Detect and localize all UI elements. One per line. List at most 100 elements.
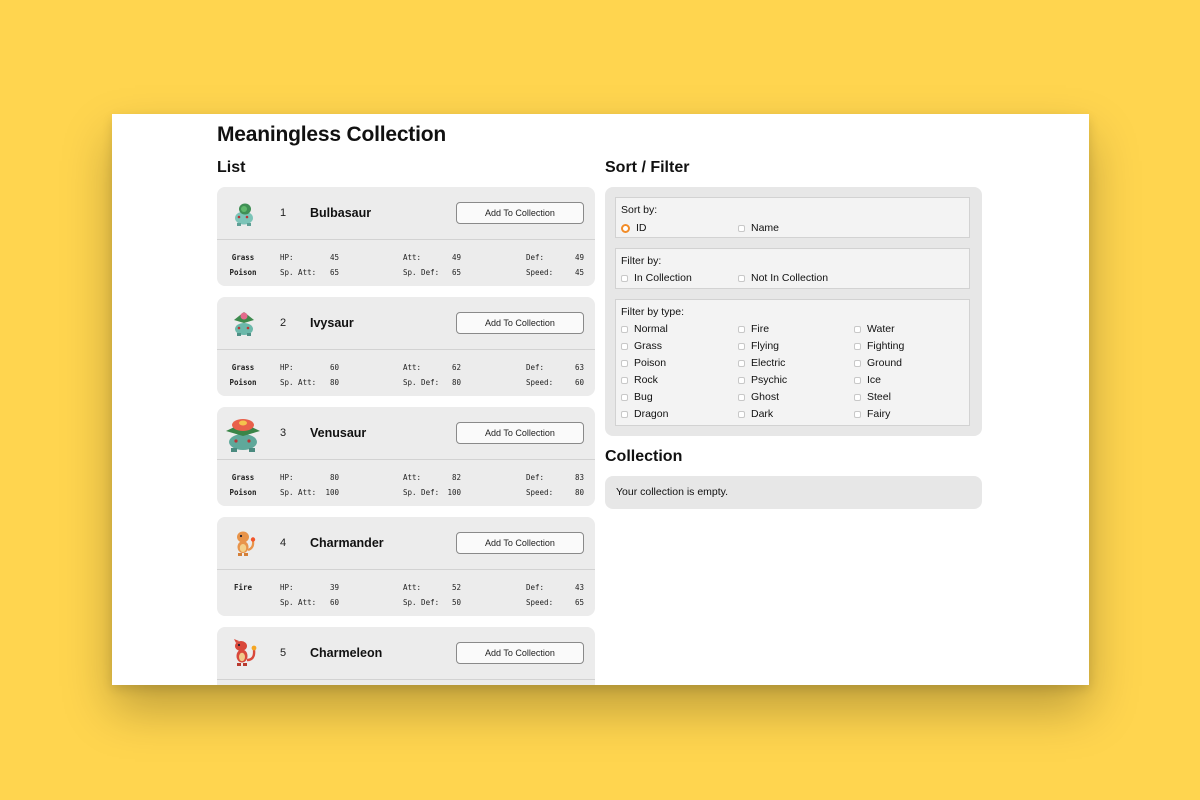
add-to-collection-button[interactable]: Add To Collection xyxy=(456,532,584,554)
speed-label: Speed: xyxy=(526,488,554,497)
checkbox-icon[interactable] xyxy=(621,376,628,384)
checkbox-icon[interactable] xyxy=(738,325,745,333)
def-value: 49 xyxy=(574,253,584,262)
type-option-normal[interactable]: Normal xyxy=(621,323,668,335)
speed-value: 60 xyxy=(574,378,584,387)
sp-def-value: 65 xyxy=(451,268,461,277)
checkbox-icon[interactable] xyxy=(738,376,745,384)
type-option-ice[interactable]: Ice xyxy=(854,374,881,386)
checkbox-icon[interactable] xyxy=(738,359,745,367)
pokemon-name: Venusaur xyxy=(310,426,367,440)
checkbox-icon[interactable] xyxy=(854,376,861,384)
checkbox-icon[interactable] xyxy=(854,410,861,418)
checkbox-icon[interactable] xyxy=(621,342,628,350)
filter-by-type-label: Filter by type: xyxy=(621,306,685,318)
sp-att-value: 60 xyxy=(329,598,339,607)
card-header: 4 Charmander Add To Collection xyxy=(217,517,595,570)
card-header: 3 Venusaur Add To Collection xyxy=(217,407,595,460)
type-option-dragon[interactable]: Dragon xyxy=(621,408,668,420)
def-label: Def: xyxy=(526,363,545,372)
checkbox-icon[interactable] xyxy=(738,410,745,418)
type-option-ghost[interactable]: Ghost xyxy=(738,391,779,403)
hp-value: 45 xyxy=(329,253,339,262)
checkbox-icon[interactable] xyxy=(738,342,745,350)
checkbox-icon[interactable] xyxy=(854,359,861,367)
hp-value: 39 xyxy=(329,583,339,592)
charmander-sprite-icon xyxy=(237,531,256,556)
type-option-steel[interactable]: Steel xyxy=(854,391,891,403)
checkbox-icon[interactable] xyxy=(621,325,628,333)
checkbox-icon[interactable] xyxy=(854,325,861,333)
pokemon-name: Ivysaur xyxy=(310,316,354,330)
pokemon-id: 3 xyxy=(280,427,287,439)
type-option-fire[interactable]: Fire xyxy=(738,323,769,335)
att-label: Att: xyxy=(403,583,422,592)
app-window: Meaningless Collection List Sort / Filte… xyxy=(112,114,1089,685)
type-option-electric[interactable]: Electric xyxy=(738,357,785,369)
type-option-dark[interactable]: Dark xyxy=(738,408,773,420)
sp-att-value: 65 xyxy=(329,268,339,277)
add-to-collection-button[interactable]: Add To Collection xyxy=(456,202,584,224)
def-value: 63 xyxy=(574,363,584,372)
type-label: Grass xyxy=(231,253,255,262)
type-option-fighting[interactable]: Fighting xyxy=(854,340,904,352)
checkbox-icon[interactable] xyxy=(854,393,861,401)
add-to-collection-button[interactable]: Add To Collection xyxy=(456,422,584,444)
checkbox-icon[interactable] xyxy=(621,410,628,418)
sort-option-name[interactable]: Name xyxy=(738,222,779,234)
card-header: 1 Bulbasaur Add To Collection xyxy=(217,187,595,240)
ivysaur-sprite-icon xyxy=(234,312,254,336)
card-stats: Grass Poison HP: 60 Att: 62 Def: 63 Sp. … xyxy=(217,350,595,396)
def-value: 43 xyxy=(574,583,584,592)
filter-by-type-group: Filter by type: Normal Fire Water Grass … xyxy=(615,299,970,426)
sp-att-label: Sp. Att: xyxy=(280,488,317,497)
sort-option-id[interactable]: ID xyxy=(621,222,647,234)
pokemon-name: Bulbasaur xyxy=(310,206,372,220)
card-header: 5 Charmeleon Add To Collection xyxy=(217,627,595,680)
att-value: 62 xyxy=(451,363,461,372)
type-option-ground[interactable]: Ground xyxy=(854,357,902,369)
checkbox-icon[interactable] xyxy=(621,359,628,367)
type-option-bug[interactable]: Bug xyxy=(621,391,653,403)
type-option-rock[interactable]: Rock xyxy=(621,374,658,386)
type-label: Grass xyxy=(231,473,255,482)
sp-att-label: Sp. Att: xyxy=(280,268,317,277)
sp-def-label: Sp. Def: xyxy=(403,268,440,277)
checkbox-icon[interactable] xyxy=(738,393,745,401)
type-option-grass[interactable]: Grass xyxy=(621,340,662,352)
filter-option-in-collection[interactable]: In Collection xyxy=(621,272,692,284)
pokemon-id: 5 xyxy=(280,647,287,659)
def-label: Def: xyxy=(526,253,545,262)
add-to-collection-button[interactable]: Add To Collection xyxy=(456,642,584,664)
type-label: Grass xyxy=(231,363,255,372)
checkbox-icon[interactable] xyxy=(621,274,628,282)
sp-def-value: 100 xyxy=(447,488,461,497)
sp-def-value: 80 xyxy=(451,378,461,387)
radio-icon[interactable] xyxy=(738,224,745,232)
sp-def-label: Sp. Def: xyxy=(403,488,440,497)
filter-by-group: Filter by: In Collection Not In Collecti… xyxy=(615,248,970,289)
type-option-water[interactable]: Water xyxy=(854,323,895,335)
checkbox-icon[interactable] xyxy=(738,274,745,282)
type-option-poison[interactable]: Poison xyxy=(621,357,666,369)
radio-selected-icon[interactable] xyxy=(621,223,630,233)
type-option-psychic[interactable]: Psychic xyxy=(738,374,787,386)
page-title: Meaningless Collection xyxy=(217,123,446,146)
def-label: Def: xyxy=(526,473,545,482)
type-option-flying[interactable]: Flying xyxy=(738,340,779,352)
att-label: Att: xyxy=(403,253,422,262)
checkbox-icon[interactable] xyxy=(854,342,861,350)
sp-att-label: Sp. Att: xyxy=(280,378,317,387)
sp-def-label: Sp. Def: xyxy=(403,378,440,387)
sort-by-label: Sort by: xyxy=(621,204,658,216)
speed-label: Speed: xyxy=(526,378,554,387)
sort-by-group: Sort by: ID Name xyxy=(615,197,970,238)
type-option-fairy[interactable]: Fairy xyxy=(854,408,890,420)
add-to-collection-button[interactable]: Add To Collection xyxy=(456,312,584,334)
checkbox-icon[interactable] xyxy=(621,393,628,401)
hp-label: HP: xyxy=(280,473,294,482)
list-heading: List xyxy=(217,159,246,176)
def-label: Def: xyxy=(526,583,545,592)
sort-filter-heading: Sort / Filter xyxy=(605,159,690,176)
filter-option-not-in-collection[interactable]: Not In Collection xyxy=(738,272,828,284)
